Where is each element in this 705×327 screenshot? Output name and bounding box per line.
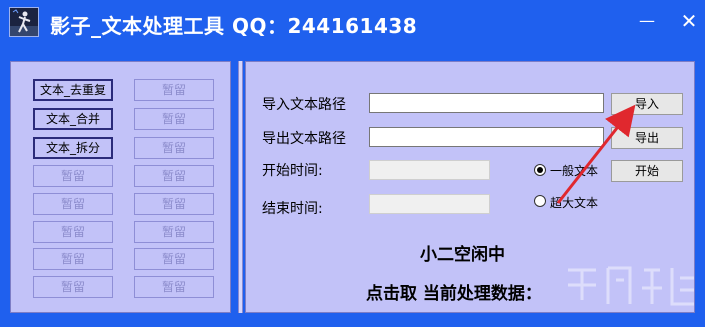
normal-text-radio[interactable] — [534, 164, 546, 176]
export-path-label: 导出文本路径 — [262, 131, 346, 147]
title-bar[interactable]: 影子_文本处理工具 QQ：244161438 — ✕ — [0, 0, 705, 46]
large-text-radio-label: 超大文本 — [550, 196, 599, 210]
reserved-button[interactable]: 暂留 — [134, 137, 214, 159]
end-time-label: 结束时间: — [262, 201, 323, 217]
start-time-field — [369, 160, 490, 180]
reserved-button[interactable]: 暂留 — [33, 276, 113, 298]
window-title: 影子_文本处理工具 QQ：244161438 — [50, 14, 418, 38]
reserved-button[interactable]: 暂留 — [33, 193, 113, 215]
end-time-field — [369, 194, 490, 214]
export-button[interactable]: 导出 — [611, 127, 683, 149]
function-panel: 文本_去重复 暂留 文本_合并 暂留 文本_拆分 暂留 暂留 暂留 暂留 暂留 暂留 暂留 暂留 暂留 暂留… — [10, 61, 231, 313]
reserved-button[interactable]: 暂留 — [134, 221, 214, 243]
reserved-button[interactable]: 暂留 — [33, 248, 113, 270]
app-window: 影子_文本处理工具 QQ：244161438 — ✕ 文本_去重复 暂留 文本_合并… — [0, 0, 705, 327]
function-button[interactable]: 文本_去重复 — [33, 79, 113, 101]
reserved-button[interactable]: 暂留 — [134, 79, 214, 101]
reserved-button[interactable]: 暂留 — [134, 165, 214, 187]
minimize-button[interactable]: — — [634, 8, 660, 34]
start-button[interactable]: 开始 — [611, 160, 683, 182]
export-path-input[interactable] — [369, 127, 604, 147]
function-button[interactable]: 文本_合并 — [33, 108, 113, 130]
reserved-button[interactable]: 暂留 — [134, 276, 214, 298]
import-path-label: 导入文本路径 — [262, 97, 346, 113]
status-text: 小二空闲中 — [420, 245, 505, 265]
normal-text-radio-label: 一般文本 — [550, 164, 599, 178]
panel-divider[interactable] — [238, 61, 243, 313]
reserved-button[interactable]: 暂留 — [134, 108, 214, 130]
reserved-button[interactable]: 暂留 — [134, 193, 214, 215]
start-time-label: 开始时间: — [262, 163, 323, 179]
current-data-link[interactable]: 点击取 当前处理数据： — [366, 279, 542, 304]
close-button[interactable]: ✕ — [676, 8, 702, 34]
reserved-button[interactable]: 暂留 — [33, 221, 113, 243]
large-text-radio[interactable] — [534, 195, 546, 207]
reserved-button[interactable]: 暂留 — [33, 165, 113, 187]
watermark-logo — [568, 266, 694, 306]
import-button[interactable]: 导入 — [611, 93, 683, 115]
reserved-button[interactable]: 暂留 — [134, 248, 214, 270]
app-silhouette-icon — [9, 7, 39, 37]
function-button[interactable]: 文本_拆分 — [33, 137, 113, 159]
import-path-input[interactable] — [369, 93, 604, 113]
